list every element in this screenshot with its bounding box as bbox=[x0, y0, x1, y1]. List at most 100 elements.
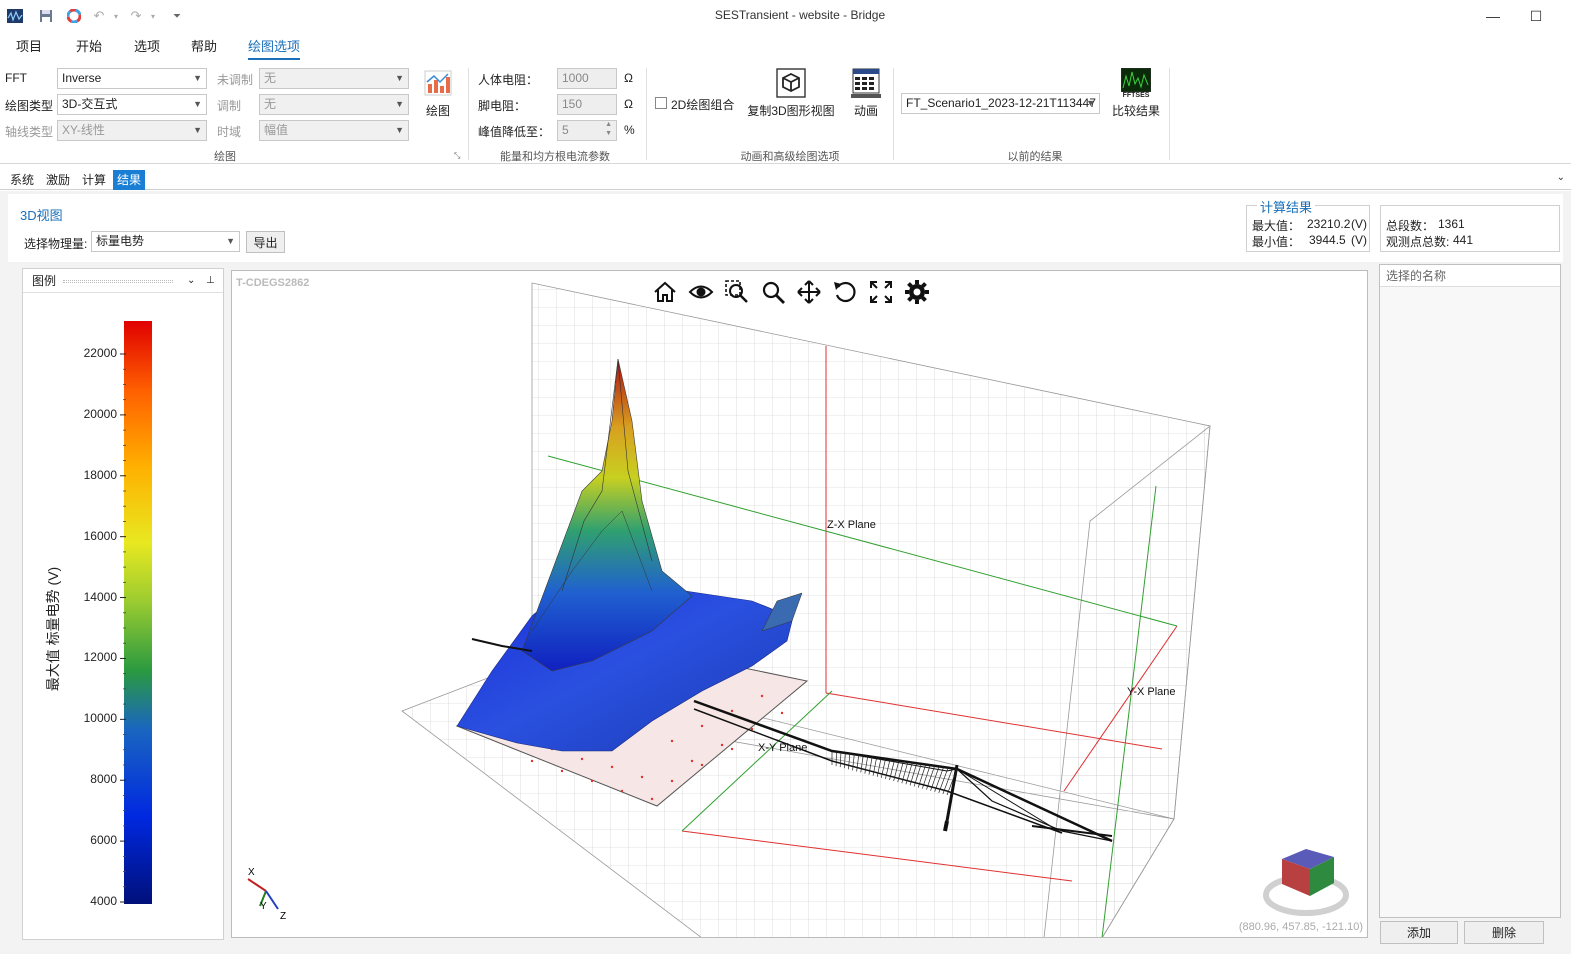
collapse-ribbon-icon[interactable]: ⌄ bbox=[1557, 172, 1565, 183]
home-icon[interactable] bbox=[652, 279, 678, 305]
unmod-select[interactable]: 无 ▼ bbox=[259, 68, 409, 89]
foot-res-input[interactable]: 150 bbox=[557, 94, 617, 115]
separator bbox=[468, 68, 469, 160]
tab-excitation[interactable]: 激励 bbox=[42, 170, 74, 190]
view-cube[interactable] bbox=[1263, 849, 1349, 916]
chevron-down-icon: ▼ bbox=[395, 125, 404, 135]
max-value: 23210.2 bbox=[1307, 217, 1351, 231]
zoom-icon[interactable] bbox=[760, 279, 786, 305]
chevron-down-icon: ▼ bbox=[1086, 98, 1095, 108]
plot-type-select[interactable]: 3D-交互式 ▼ bbox=[57, 94, 207, 115]
fit-view-icon[interactable] bbox=[868, 279, 894, 305]
fft-value: Inverse bbox=[62, 71, 102, 85]
legend-tick-label: 4000 bbox=[90, 894, 117, 908]
max-label: 最大值： bbox=[1252, 219, 1301, 233]
legend-tick-label: 14000 bbox=[83, 589, 117, 604]
axis-x-label: X bbox=[248, 867, 255, 878]
body-res-input[interactable]: 1000 bbox=[557, 68, 617, 89]
plot-type-label: 绘图类型 bbox=[5, 99, 54, 113]
axis-y-label: Y bbox=[260, 901, 267, 912]
yx-plane-label: Y-X Plane bbox=[1127, 686, 1176, 698]
peak-value: 5 bbox=[562, 123, 569, 137]
plot-button[interactable]: 绘图 bbox=[420, 70, 456, 119]
legend-tick-label: 20000 bbox=[83, 406, 117, 421]
chevron-down-icon: ▼ bbox=[193, 99, 202, 109]
maximize-button[interactable]: ☐ bbox=[1513, 4, 1559, 28]
color-bar bbox=[124, 321, 152, 904]
menu-plot-options[interactable]: 绘图选项 bbox=[248, 34, 301, 60]
quantity-select[interactable]: 标量电势 ▼ bbox=[91, 231, 240, 252]
compare-results-button[interactable]: FFTSES 比较结果 bbox=[1110, 67, 1162, 119]
axis-triad: X Y Z bbox=[247, 867, 286, 922]
min-label: 最小值： bbox=[1252, 235, 1301, 249]
window-title: SESTransient - website - Bridge bbox=[714, 8, 886, 22]
settings-gear-icon[interactable] bbox=[904, 279, 930, 305]
rotate-icon[interactable] bbox=[832, 279, 858, 305]
export-button[interactable]: 导出 bbox=[246, 231, 285, 253]
tab-system[interactable]: 系统 bbox=[6, 170, 38, 190]
legend-title: 图例 bbox=[32, 274, 57, 288]
points-label: 观测点总数: bbox=[1386, 235, 1450, 249]
previous-result-value: FT_Scenario1_2023-12-21T113447 bbox=[906, 96, 1096, 110]
axis-type-select[interactable]: XY-线性 ▼ bbox=[57, 120, 207, 141]
body-res-unit: Ω bbox=[624, 71, 633, 85]
segments-value: 1361 bbox=[1438, 217, 1465, 231]
peak-stepper[interactable]: 5 ▲ ▼ bbox=[557, 120, 617, 141]
dialog-launcher-icon[interactable]: ⤡ bbox=[454, 151, 460, 161]
mod-label: 调制 bbox=[217, 99, 242, 113]
calc-result-title: 计算结果 bbox=[1257, 197, 1316, 216]
legend-axis-title: 最大值 标量电势 (V) bbox=[45, 566, 61, 692]
scene: Z-X Plane Y-X Plane X-Y Plane X Y Z bbox=[247, 282, 1349, 937]
delete-button[interactable]: 删除 bbox=[1464, 921, 1544, 944]
quantity-value: 标量电势 bbox=[96, 234, 145, 248]
unmod-value: 无 bbox=[264, 71, 277, 85]
drag-grip[interactable] bbox=[63, 280, 173, 283]
viewport-toolbar bbox=[652, 279, 930, 305]
chevron-down-icon: ▼ bbox=[395, 99, 404, 109]
segments-label: 总段数： bbox=[1386, 219, 1435, 233]
menu-options[interactable]: 选项 bbox=[134, 34, 160, 60]
3d-viewport[interactable]: T-CDEGS2862 Z-X Plane Y-X Plane X-Y Plan… bbox=[231, 270, 1368, 938]
menu-help[interactable]: 帮助 bbox=[191, 34, 217, 60]
add-button[interactable]: 添加 bbox=[1380, 921, 1458, 944]
points-value: 441 bbox=[1453, 233, 1474, 247]
copy-3d-view-button[interactable]: 复制3D图形视图 bbox=[745, 68, 837, 119]
menu-project[interactable]: 项目 bbox=[16, 34, 42, 60]
mod-value: 无 bbox=[264, 97, 277, 111]
mod-select[interactable]: 无 ▼ bbox=[259, 94, 409, 115]
ribbon: FFT Inverse ▼ 绘图类型 3D-交互式 ▼ 轴线类型 XY-线性 ▼ 未调… bbox=[0, 62, 1571, 164]
stepper-arrows-icon[interactable]: ▲ ▼ bbox=[605, 120, 612, 138]
previous-result-select[interactable]: FT_Scenario1_2023-12-21T113447 ▼ bbox=[901, 93, 1100, 114]
body-res-label: 人体电阻： bbox=[478, 73, 539, 87]
selected-names-panel: 选择的名称 bbox=[1379, 264, 1561, 918]
chart-icon bbox=[424, 70, 452, 96]
cursor-coordinates: (880.96, 457.85, -121.10) bbox=[1238, 921, 1363, 933]
pin-icon[interactable]: ⊥ bbox=[206, 269, 215, 293]
chevron-down-icon: ▼ bbox=[193, 125, 202, 135]
pan-icon[interactable] bbox=[796, 279, 822, 305]
legend-tick-label: 12000 bbox=[83, 650, 117, 665]
min-value: 3944.5 bbox=[1309, 233, 1346, 247]
title-bar: ↶ ▾ ↷ ▾ ⏷ SESTransient - website - Bridg… bbox=[0, 0, 1571, 32]
fftses-icon: FFTSES bbox=[1120, 67, 1152, 100]
animation-button[interactable]: 动画 bbox=[846, 68, 886, 119]
combo2d-checkbox[interactable] bbox=[655, 97, 667, 109]
tab-calculation[interactable]: 计算 bbox=[78, 170, 110, 190]
time-value: 幅值 bbox=[264, 123, 289, 137]
plot-button-label: 绘图 bbox=[425, 104, 450, 118]
peak-unit: % bbox=[624, 123, 635, 137]
fft-select[interactable]: Inverse ▼ bbox=[57, 68, 207, 89]
chevron-down-icon: ▼ bbox=[395, 73, 404, 83]
tab-results[interactable]: 结果 bbox=[113, 170, 146, 190]
eye-icon[interactable] bbox=[688, 279, 714, 305]
copy3d-label: 复制3D图形视图 bbox=[747, 104, 835, 118]
time-select[interactable]: 幅值 ▼ bbox=[259, 120, 409, 141]
combo2d-label: 2D绘图组合 bbox=[671, 98, 735, 112]
menu-start[interactable]: 开始 bbox=[76, 34, 102, 60]
minimize-button[interactable]: — bbox=[1470, 4, 1516, 28]
chevron-down-icon[interactable]: ⌄ bbox=[187, 269, 195, 293]
separator bbox=[646, 68, 647, 160]
plot-type-value: 3D-交互式 bbox=[62, 97, 118, 111]
fft-label: FFT bbox=[5, 71, 27, 85]
zoom-box-icon[interactable] bbox=[724, 279, 750, 305]
